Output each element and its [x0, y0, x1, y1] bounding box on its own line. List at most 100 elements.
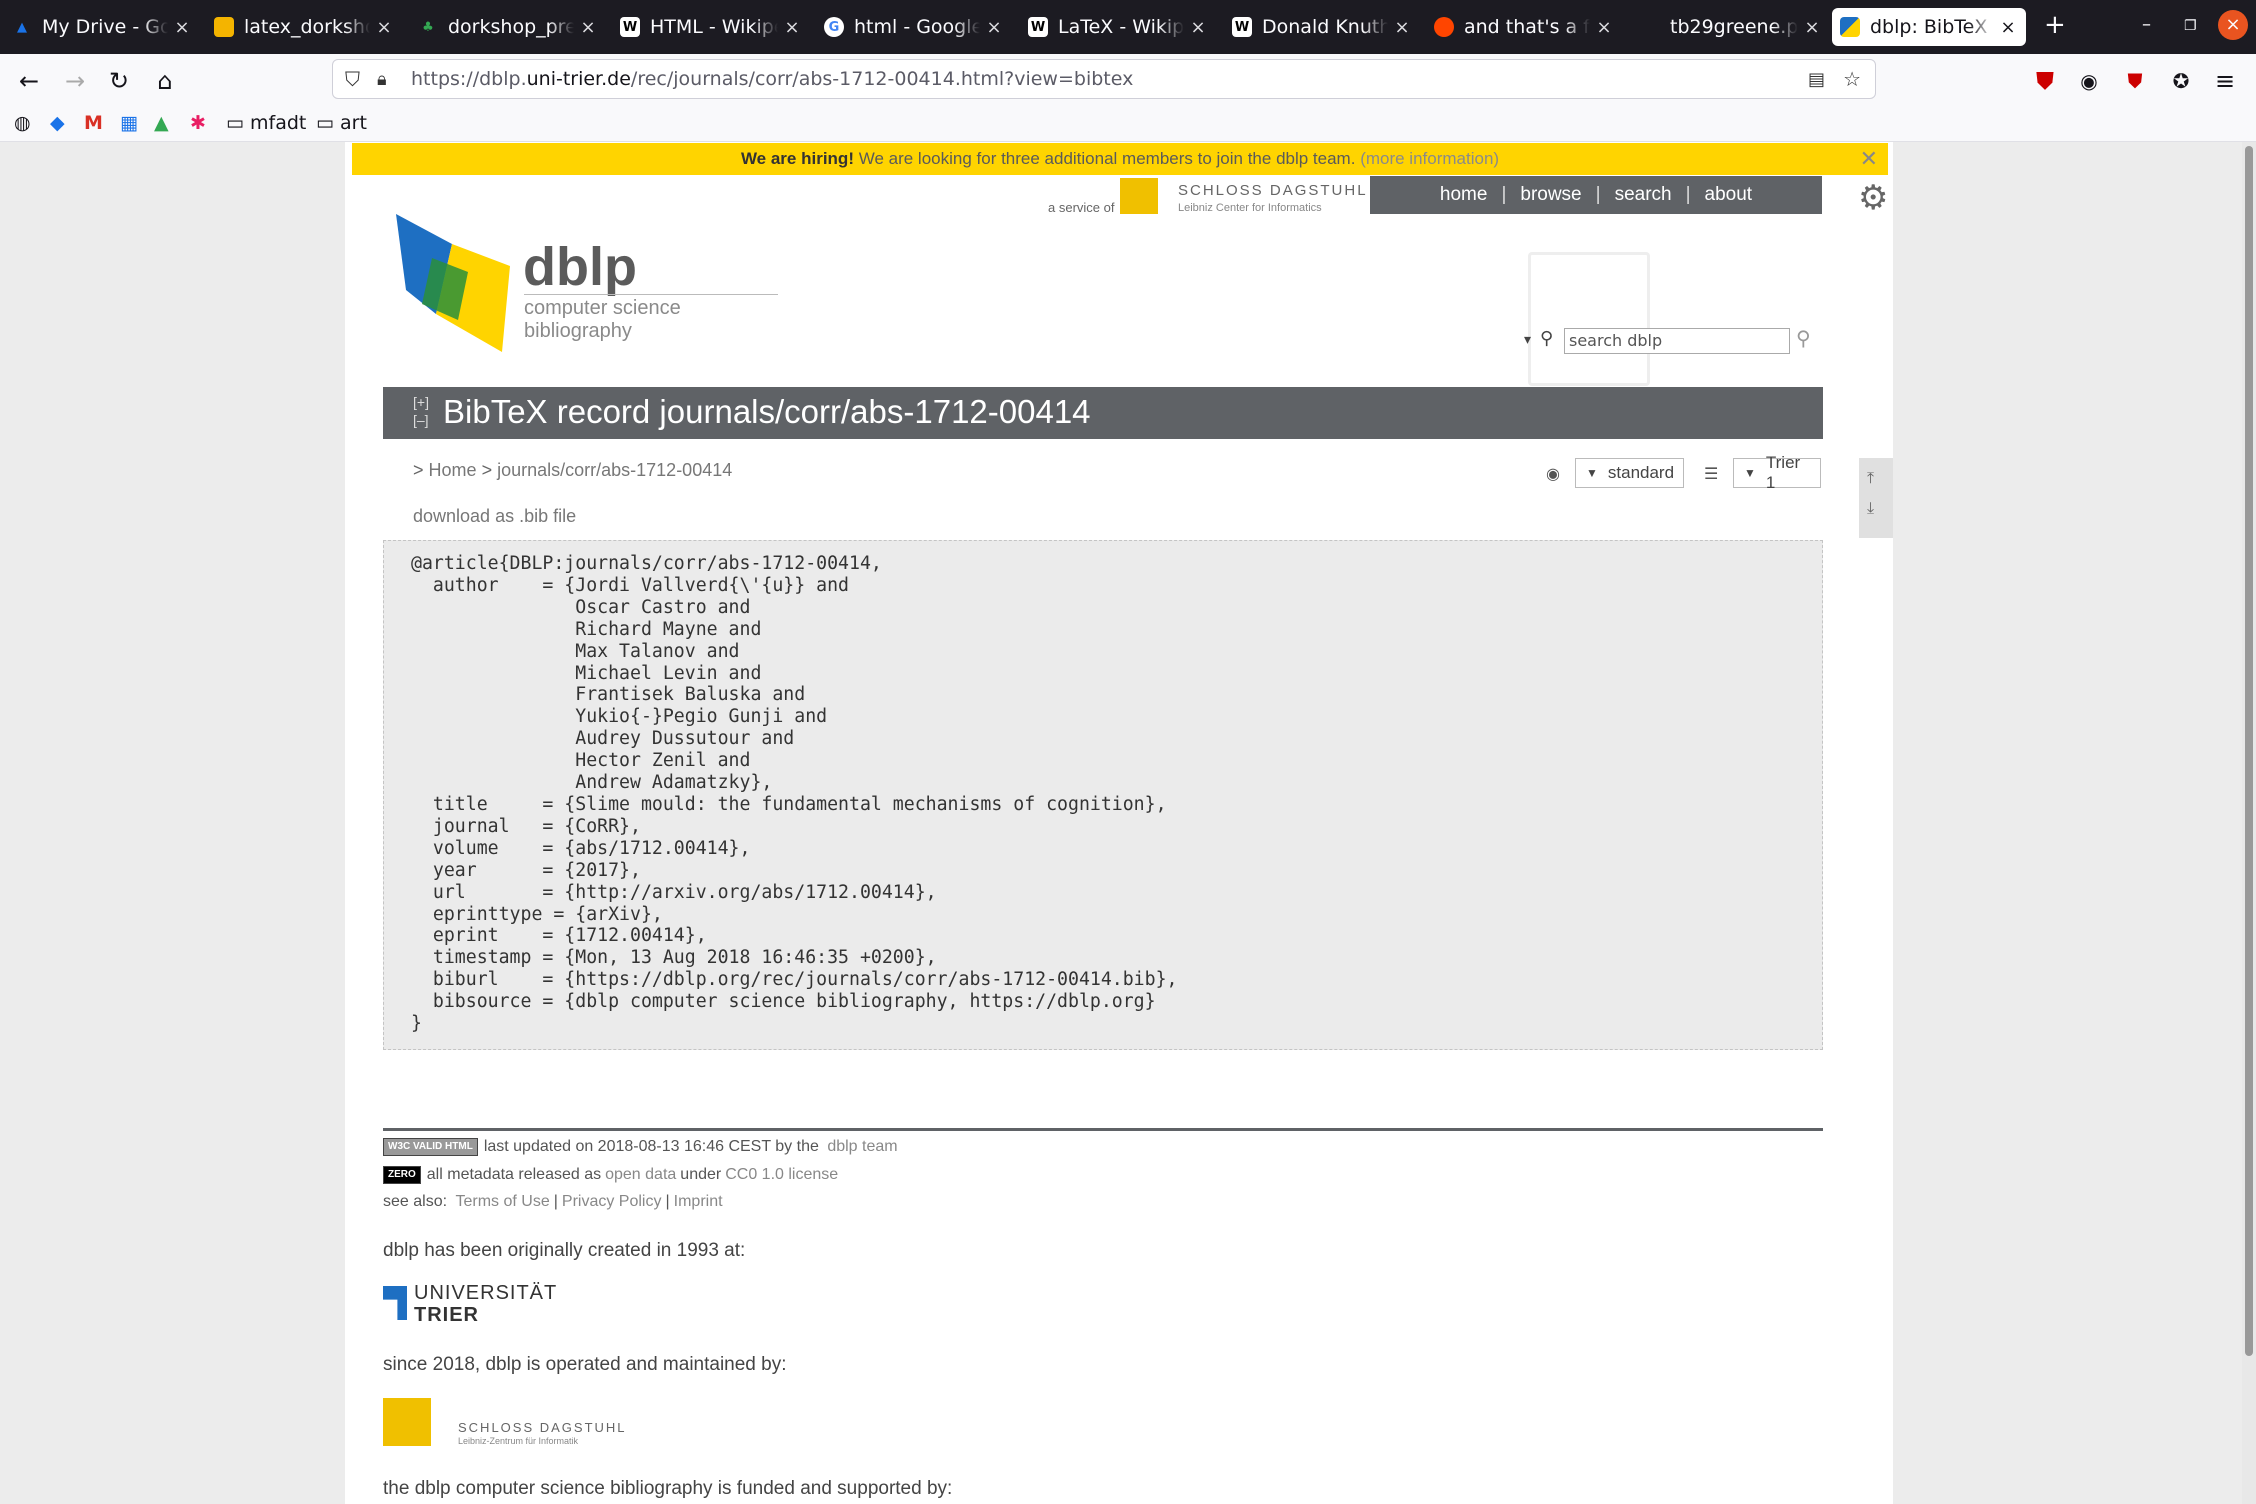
dagstuhl-footer-logo-icon[interactable] [383, 1398, 431, 1446]
shield-icon[interactable]: ⛉ [345, 67, 360, 91]
privacy-badger-icon[interactable]: ⛊ [2118, 64, 2152, 98]
tab-latex-dorkshop[interactable]: latex_dorkshop× [214, 8, 394, 46]
drive-icon[interactable]: ▲ [154, 112, 169, 134]
tab-dblp-active[interactable]: dblp: BibTeX record× [1832, 8, 2026, 46]
forward-arrow-icon[interactable]: → [58, 64, 92, 98]
expand-collapse-toggle[interactable]: [+] [–] [413, 393, 429, 429]
dagstuhl-logo-icon[interactable] [1120, 178, 1158, 214]
terms-link[interactable]: Terms of Use [456, 1193, 550, 1211]
wikipedia-icon: W [620, 17, 640, 37]
restore-button[interactable]: ❐ [2184, 18, 2197, 34]
tab-html-wikipedia[interactable]: WHTML - Wikipedia× [620, 8, 802, 46]
nav-about[interactable]: about [1705, 184, 1753, 206]
url-bar[interactable]: ⛉ 🔒︎ https://dblp.uni-trier.de/rec/journ… [332, 59, 1876, 99]
settings-gear-icon[interactable]: ⚙ [1858, 178, 1888, 218]
bookmarks-bar: ◍ ◆ M ▦ ▲ ✱ ▭ mfadt ▭ art [0, 106, 2256, 142]
search-magnifier-icon[interactable]: ⚲ [1540, 328, 1553, 349]
new-tab-button[interactable]: + [2044, 10, 2066, 40]
lock-icon[interactable]: 🔒︎ [377, 69, 387, 90]
back-arrow-icon[interactable]: ← [12, 64, 46, 98]
tab-dorkshop-presentation[interactable]: ♣dorkshop_presentation× [418, 8, 598, 46]
privacy-link[interactable]: Privacy Policy [562, 1193, 662, 1211]
reload-icon[interactable]: ↻ [102, 64, 136, 98]
bookmark-star-icon[interactable]: ☆ [1843, 67, 1861, 91]
mirror-dropdown[interactable]: ▼ Trier 1 [1733, 453, 1821, 492]
extension-icon[interactable]: ◉ [2072, 64, 2106, 98]
close-tab-icon[interactable]: × [1594, 17, 1614, 38]
bookmark-folder-mfadt[interactable]: ▭ mfadt [226, 112, 306, 134]
close-tab-icon[interactable]: × [172, 17, 192, 38]
operated-text: since 2018, dblp is operated and maintai… [383, 1354, 787, 1375]
imprint-link[interactable]: Imprint [674, 1193, 723, 1211]
nav-home[interactable]: home [1440, 184, 1488, 206]
download-bib-link[interactable]: download as .bib file [413, 506, 576, 527]
breadcrumb-home[interactable]: Home [429, 460, 477, 480]
search-submit-icon[interactable]: ⚲ [1796, 326, 1811, 350]
jump-to-bottom-icon[interactable]: ⤓ [1867, 498, 1874, 518]
more-information-link[interactable]: (more information) [1360, 149, 1499, 168]
bookmark-folder-art[interactable]: ▭ art [316, 112, 367, 134]
asterisk-icon[interactable]: ✱ [190, 112, 206, 134]
open-data-link[interactable]: open data [605, 1166, 676, 1184]
menu-icon[interactable]: ≡ [2208, 64, 2242, 98]
gmail-icon[interactable]: M [84, 112, 103, 134]
dblp-team-link[interactable]: dblp team [827, 1138, 897, 1156]
cc0-license-link[interactable]: CC0 1.0 license [725, 1166, 838, 1184]
search-input[interactable]: search dblp [1564, 328, 1790, 354]
close-tab-icon[interactable]: × [1392, 17, 1412, 38]
tab-latex-wikipedia[interactable]: WLaTeX - Wikipedia× [1028, 8, 1208, 46]
nav-browse[interactable]: browse [1520, 184, 1581, 206]
close-tab-icon[interactable]: × [1802, 17, 1822, 38]
close-tab-icon[interactable]: × [1998, 17, 2018, 38]
close-banner-icon[interactable]: ✕ [1860, 143, 1878, 175]
scrollbar-thumb[interactable] [2245, 146, 2253, 1356]
globe-icon[interactable]: ◍ [14, 112, 31, 134]
close-tab-icon[interactable]: × [374, 17, 394, 38]
search-options-chevron-icon[interactable]: ▾ [1524, 332, 1531, 348]
close-tab-icon[interactable]: × [984, 17, 1004, 38]
tab-google-search[interactable]: Ghtml - Google Search× [824, 8, 1004, 46]
uni-trier-city: TRIER [414, 1304, 479, 1326]
url-text[interactable]: https://dblp.uni-trier.de/rec/journals/c… [411, 68, 1133, 90]
close-tab-icon[interactable]: × [578, 17, 598, 38]
bookmark-icon[interactable]: ◆ [50, 112, 65, 134]
pdf-icon [1640, 17, 1660, 37]
minimize-button[interactable]: – [2142, 14, 2151, 35]
nav-search[interactable]: search [1615, 184, 1672, 206]
calendar-icon[interactable]: ▦ [120, 112, 138, 134]
dblp-icon [1840, 17, 1860, 37]
dblp-logo-text: dblp [523, 237, 637, 297]
bibtex-code-block[interactable]: @article{DBLP:journals/corr/abs-1712-004… [383, 540, 1823, 1050]
github-icon[interactable]: ✪ [2164, 64, 2198, 98]
tab-google-drive[interactable]: ▲My Drive - Google Drive× [12, 8, 192, 46]
close-tab-icon[interactable]: × [1188, 17, 1208, 38]
home-icon[interactable]: ⌂ [148, 64, 182, 98]
reader-view-icon[interactable]: ▤ [1808, 69, 1825, 90]
footer-updated-line: W3C VALID HTML last updated on 2018-08-1… [383, 1138, 902, 1156]
google-icon: G [824, 17, 844, 37]
funded-text: the dblp computer science bibliography i… [383, 1478, 953, 1499]
ublock-icon[interactable]: ⛊ [2028, 64, 2062, 98]
dblp-logo-subtitle: computer science bibliography [524, 294, 778, 343]
close-window-button[interactable]: × [2218, 10, 2248, 40]
dagstuhl-footer-name: SCHLOSS DAGSTUHL [458, 1420, 627, 1435]
wikipedia-icon: W [1028, 17, 1048, 37]
close-tab-icon[interactable]: × [782, 17, 802, 38]
footer-divider [383, 1128, 1823, 1131]
eye-icon: ◉ [1546, 464, 1560, 483]
tab-pdf[interactable]: tb29greene.pdf× [1640, 8, 1822, 46]
breadcrumb-current[interactable]: journals/corr/abs-1712-00414 [497, 460, 732, 480]
tab-donald-knuth[interactable]: WDonald Knuth - Wikipedia× [1232, 8, 1412, 46]
dagstuhl-subtitle: Leibniz Center for Informatics [1178, 202, 1322, 214]
cc-zero-badge[interactable]: ZERO [383, 1166, 421, 1184]
footer-metadata-line: ZERO all metadata released as open data un… [383, 1166, 842, 1184]
tab-reddit[interactable]: and that's a fact× [1434, 8, 1614, 46]
view-mode-dropdown[interactable]: ▼ standard [1575, 458, 1684, 488]
dropdown-arrow-icon: ▼ [1744, 466, 1756, 480]
page-scrollbar[interactable] [2242, 142, 2256, 1504]
leaf-icon: ♣ [422, 19, 434, 35]
dblp-logo-icon[interactable] [392, 204, 512, 356]
jump-to-top-icon[interactable]: ⤒ [1867, 468, 1874, 488]
w3c-valid-badge[interactable]: W3C VALID HTML [383, 1138, 478, 1156]
scroll-jump-panel: ⤒ ⤓ [1859, 458, 1893, 538]
